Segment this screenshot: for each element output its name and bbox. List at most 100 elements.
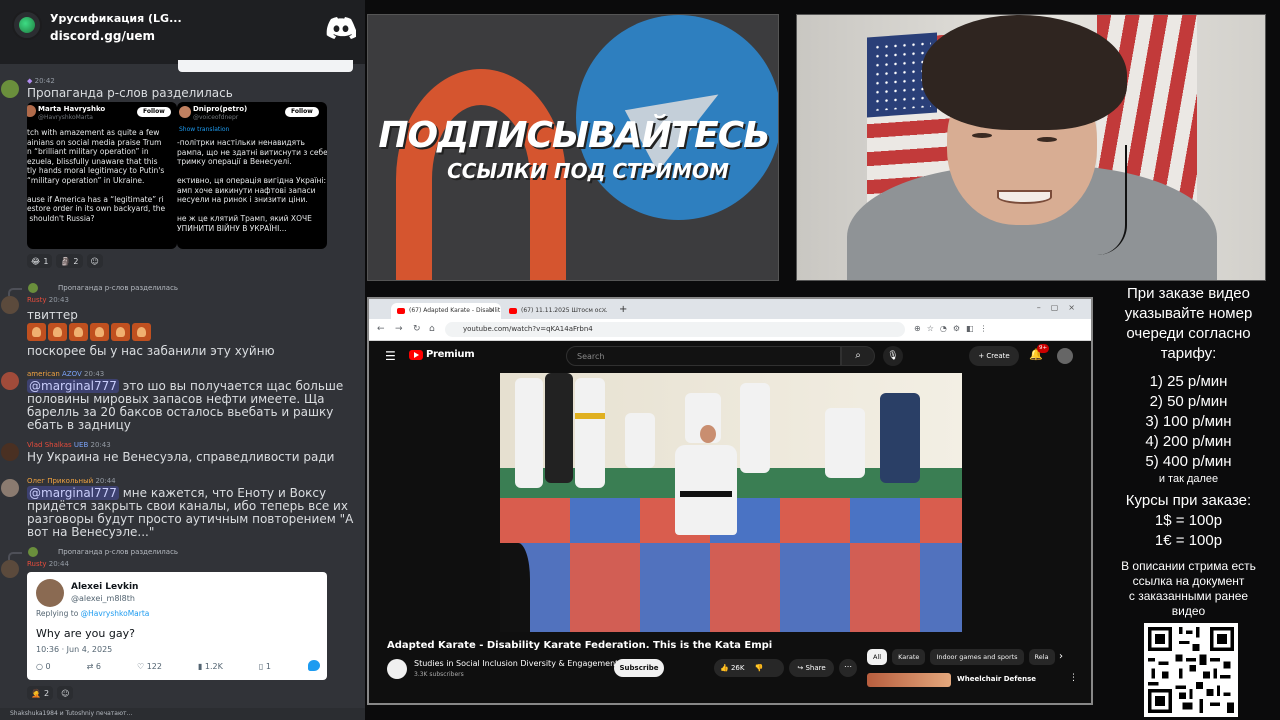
new-tab-icon[interactable]: + xyxy=(619,304,627,315)
custom-emoji xyxy=(111,323,130,341)
tab-strip: (67) Adapted Karate - Disabilit × (67) 1… xyxy=(369,299,1091,319)
chevron-right-icon[interactable]: › xyxy=(1059,651,1063,662)
back-icon[interactable]: ← xyxy=(377,324,385,334)
like-button[interactable]: 👍 26K 👎 xyxy=(714,659,784,677)
microphone-icon[interactable]: 🎙 xyxy=(883,346,903,366)
info-text: ссылка на документ xyxy=(1132,574,1245,588)
account-avatar[interactable] xyxy=(1057,348,1073,364)
message-time: 20:44 xyxy=(95,477,116,485)
channel-avatar[interactable] xyxy=(387,659,407,679)
username[interactable]: Rusty xyxy=(27,560,47,568)
video-person xyxy=(740,383,770,473)
reaction-count: 2 xyxy=(43,688,50,698)
search-input[interactable]: Search xyxy=(566,346,841,366)
close-tab-icon[interactable]: × xyxy=(489,306,495,314)
reload-icon[interactable]: ↻ xyxy=(413,324,421,334)
previous-embed-bottom xyxy=(178,60,353,72)
add-reaction-button[interactable]: ☺ xyxy=(57,686,74,700)
notification-badge: 9+ xyxy=(1037,344,1050,353)
chip-indoor-games[interactable]: Indoor games and sports xyxy=(930,649,1024,665)
chip-all[interactable]: All xyxy=(867,649,888,665)
window-controls[interactable]: –▢× xyxy=(1037,303,1085,312)
reaction-facepalm[interactable]: 🤦 2 xyxy=(27,686,54,700)
reply-connector xyxy=(8,552,22,560)
price-tier: 1) 25 р/мин xyxy=(1149,373,1228,390)
video-foreground-shadow xyxy=(500,543,530,632)
qr-code-icon xyxy=(1148,627,1234,713)
recommendation-menu-icon[interactable]: ⋮ xyxy=(1069,673,1078,683)
extension-icons[interactable]: ⊕☆◔⚙◧⋮ xyxy=(914,324,994,333)
discord-icon xyxy=(326,17,356,39)
address-bar: ← → ↻ ⌂ youtube.com/watch?v=qKA14aFrbn4 … xyxy=(369,319,1091,341)
youtube-logo-icon[interactable] xyxy=(409,350,423,360)
retweet-stat: ⇄ 6 xyxy=(87,662,101,671)
recommendation-thumbnail[interactable] xyxy=(867,673,951,687)
custom-emoji xyxy=(69,323,88,341)
custom-emoji xyxy=(48,323,67,341)
streamer-hair xyxy=(922,15,1127,130)
tab-youtube-other[interactable]: (67) 11.11.2025 Штосм ос... × xyxy=(503,303,613,319)
reply-preview[interactable]: Пропаганда р-слов разделилась xyxy=(58,548,178,556)
reactions: 😂 1 🗿 2 ☺ xyxy=(27,254,103,268)
home-icon[interactable]: ⌂ xyxy=(429,324,435,334)
price-tier: 5) 400 р/мин xyxy=(1145,453,1232,470)
username[interactable]: Vlad Shalkas xyxy=(27,441,72,449)
subscribe-button[interactable]: Subscribe xyxy=(614,659,664,677)
discord-chat-panel: Урусификация (LG... discord.gg/uem ◆ 20:… xyxy=(0,0,365,720)
hamburger-menu-icon[interactable]: ☰ xyxy=(385,349,396,363)
rates-title: Курсы при заказе: xyxy=(1125,492,1252,509)
channel-name[interactable]: Studies in Social Inclusion Diversity & … xyxy=(414,659,618,668)
username[interactable]: Олег Прикольный xyxy=(27,477,93,485)
streamer-eye xyxy=(1037,137,1057,142)
reaction-laugh[interactable]: 😂 1 xyxy=(27,254,53,268)
message-text: @marginal777 мне кажется, что Еноту и Во… xyxy=(27,486,365,539)
twitter-bird-icon xyxy=(308,660,320,671)
video-title: Adapted Karate - Disability Karate Feder… xyxy=(387,640,773,651)
tweet-translate-link: Show translation xyxy=(179,126,230,133)
tab-youtube-karate[interactable]: (67) Adapted Karate - Disabilit × xyxy=(391,303,501,319)
rate-eur: 1€ = 100р xyxy=(1154,532,1223,549)
avatar xyxy=(1,560,19,578)
message-time: 20:43 xyxy=(48,296,69,304)
price-tier: 4) 200 р/мин xyxy=(1145,433,1232,450)
views-count: 1.2K xyxy=(204,662,223,671)
chip-related[interactable]: Rela xyxy=(1028,649,1055,665)
tweet-screenshot[interactable]: Marta Havryshko @HavryshkoMarta Follow t… xyxy=(27,102,177,249)
reply-stat: ○ 0 xyxy=(36,662,51,671)
forward-icon[interactable]: → xyxy=(395,324,403,334)
bookmark-count: 1 xyxy=(265,662,271,671)
chat-message: Олег Прикольный 20:44 @marginal777 мне к… xyxy=(0,476,365,540)
youtube-brand[interactable]: Premium xyxy=(426,349,475,360)
close-tab-icon[interactable]: × xyxy=(601,306,607,314)
reaction-moai[interactable]: 🗿 2 xyxy=(56,254,83,268)
search-icon[interactable]: ⌕ xyxy=(841,346,875,366)
url-field[interactable]: youtube.com/watch?v=qKA14aFrbn4 xyxy=(445,322,905,337)
reaction-count: 1 xyxy=(43,256,49,266)
streamer-mouth xyxy=(997,190,1052,204)
thumbs-down-icon[interactable]: 👎 xyxy=(755,664,764,672)
tweet-screenshot[interactable]: Dnipro(petro) @voiceofdnepr Follow Show … xyxy=(177,102,327,249)
server-invite-link[interactable]: discord.gg/uem xyxy=(50,29,155,43)
user-mention[interactable]: @marginal777 xyxy=(27,486,119,500)
share-button[interactable]: ↪ Share xyxy=(789,659,834,677)
more-actions-icon[interactable]: ⋯ xyxy=(839,659,857,677)
tweet-screenshot-light[interactable]: Alexei Levkin @alexei_m8l8th Replying to… xyxy=(27,572,327,680)
recommendation-title[interactable]: Wheelchair Defense xyxy=(957,675,1036,683)
custom-emoji xyxy=(90,323,109,341)
avatar xyxy=(1,443,19,461)
custom-emoji xyxy=(27,323,46,341)
user-mention[interactable]: @marginal777 xyxy=(27,379,119,393)
chip-karate[interactable]: Karate xyxy=(892,649,926,665)
reply-preview[interactable]: Пропаганда р-слов разделилась xyxy=(58,284,178,292)
username[interactable]: american xyxy=(27,370,60,378)
tweet-avatar xyxy=(27,105,36,117)
subscriber-count: 3.3K subscribers xyxy=(414,671,464,678)
add-reaction-button[interactable]: ☺ xyxy=(86,254,103,268)
message-text: @marginal777 это шо вы получается щас бо… xyxy=(27,379,365,432)
qr-code[interactable] xyxy=(1144,623,1238,717)
message-time: 20:42 xyxy=(34,77,55,85)
video-person xyxy=(545,373,573,483)
create-button[interactable]: + Create xyxy=(969,346,1019,366)
video-player[interactable] xyxy=(500,373,962,632)
username[interactable]: Rusty xyxy=(27,296,47,304)
